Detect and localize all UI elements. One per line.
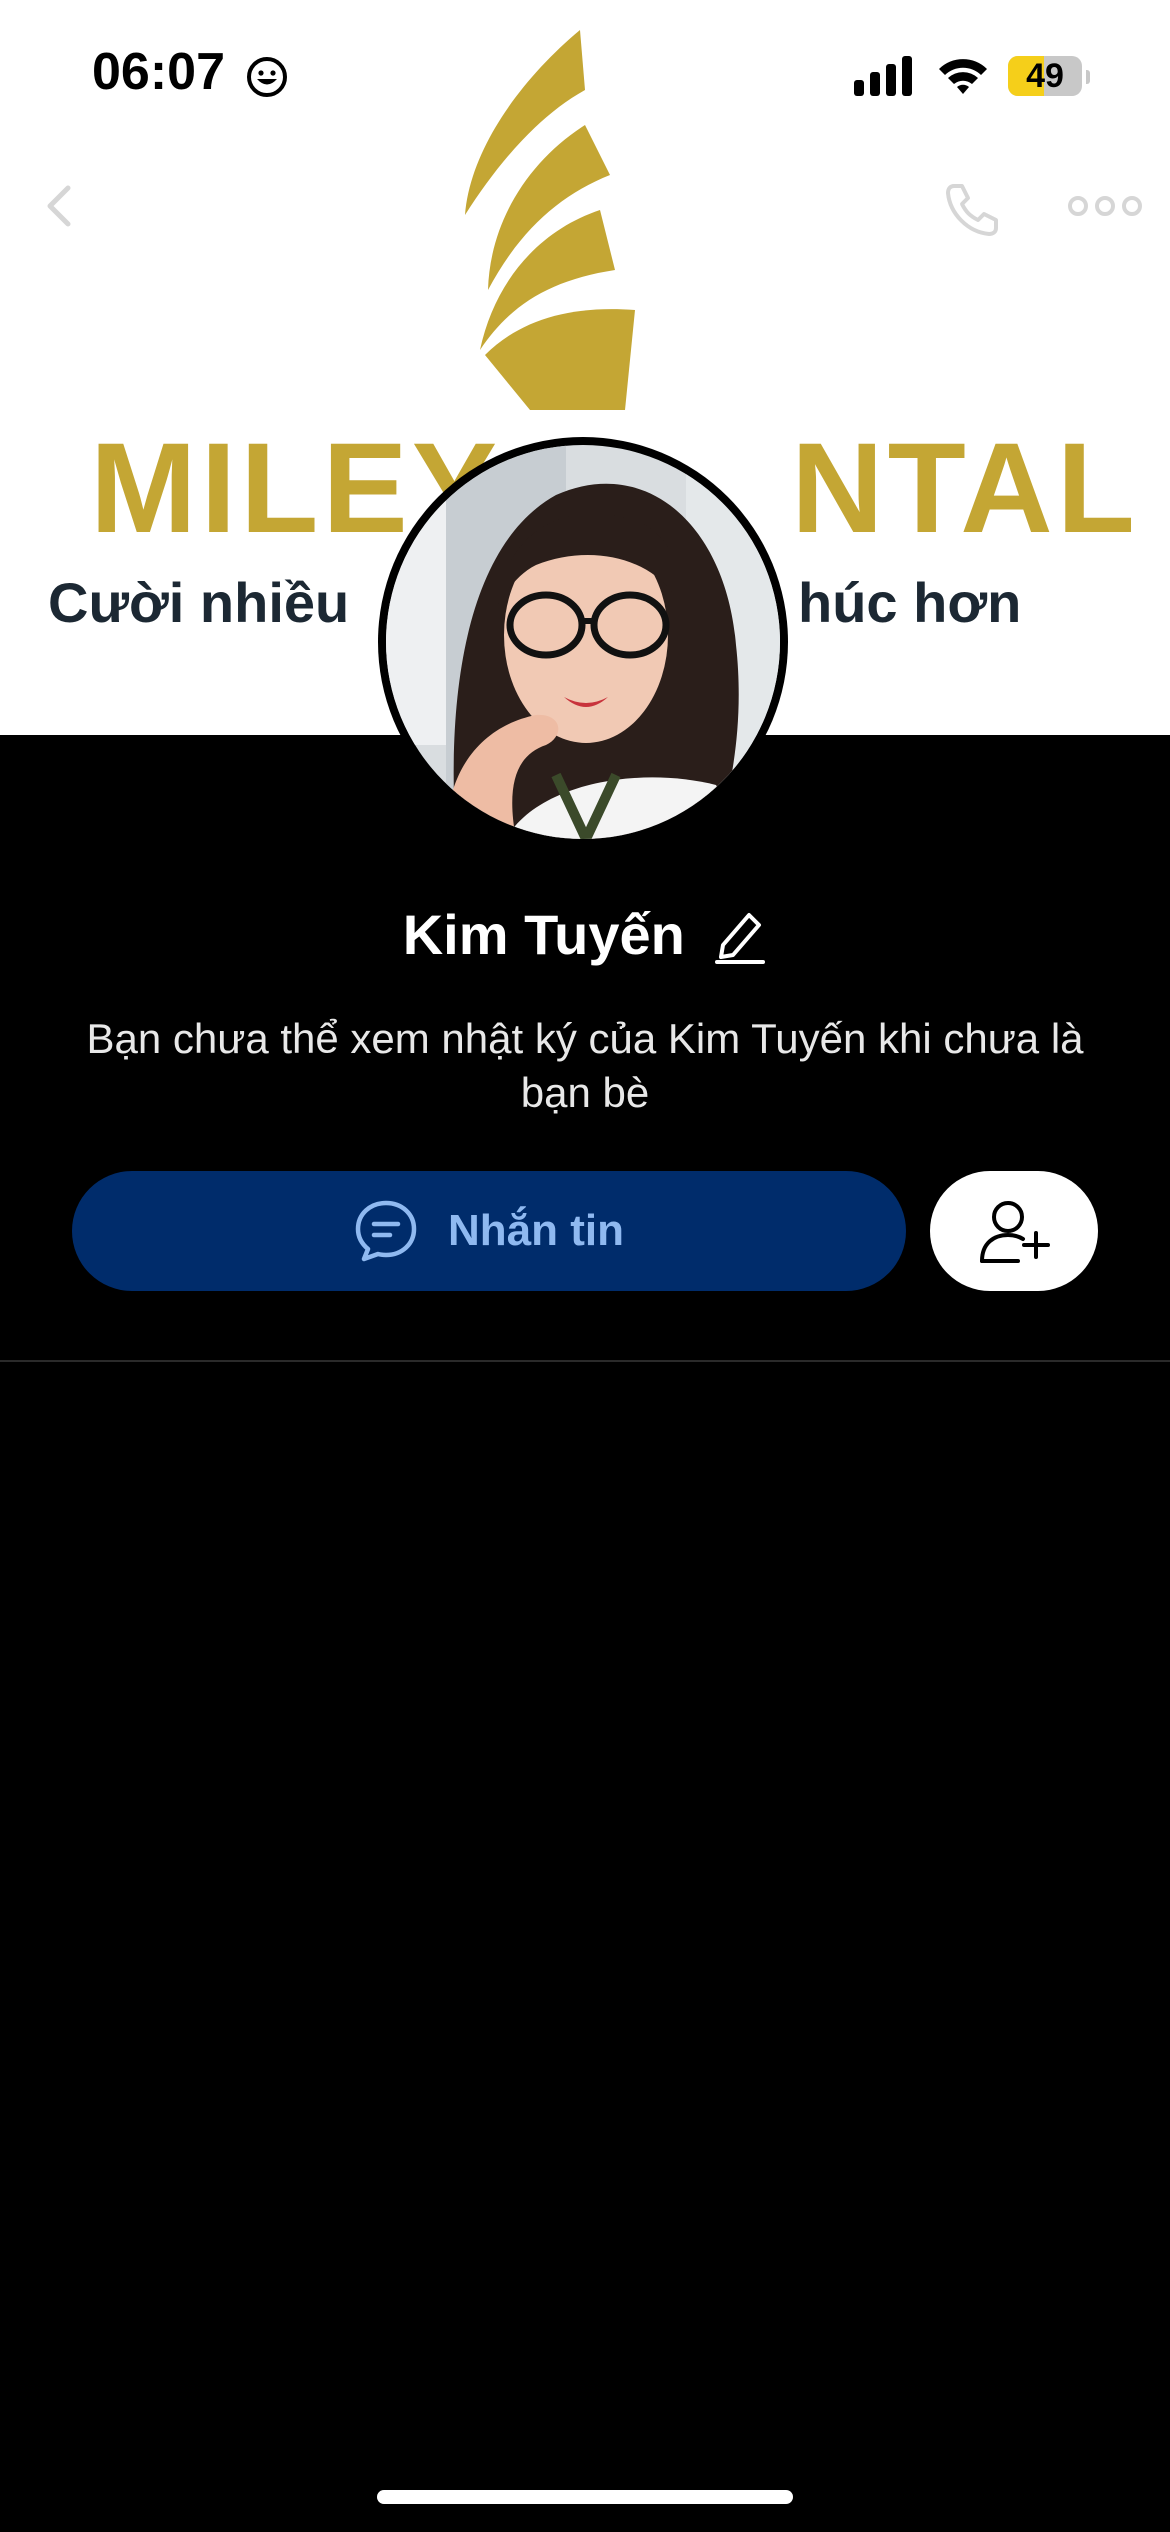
edit-pencil-icon[interactable] xyxy=(711,905,767,965)
avatar[interactable] xyxy=(378,437,788,851)
signal-icon xyxy=(854,56,912,96)
chat-bubble-icon xyxy=(355,1200,417,1262)
privacy-notice: Bạn chưa thể xem nhật ký của Kim Tuyến k… xyxy=(86,1015,1084,1116)
status-time: 06:07 xyxy=(92,43,225,101)
add-friend-icon xyxy=(980,1201,1050,1263)
avatar-photo xyxy=(386,445,780,851)
more-horizontal-icon[interactable] xyxy=(1066,186,1144,226)
message-label: Nhắn tin xyxy=(448,1206,624,1255)
wifi-icon xyxy=(939,59,987,94)
smiley-icon xyxy=(247,57,287,97)
cover-slogan-right: húc hơn xyxy=(798,571,1022,634)
battery-level: 49 xyxy=(1026,57,1064,95)
profile-name: Kim Tuyến xyxy=(402,903,685,966)
cover-slogan-left: Cười nhiều xyxy=(48,571,350,634)
battery-icon: 49 xyxy=(1008,52,1090,100)
status-bar: 06:07 49 xyxy=(0,0,1170,150)
home-indicator[interactable] xyxy=(377,2490,793,2504)
phone-icon[interactable] xyxy=(938,176,1004,242)
chevron-left-icon[interactable] xyxy=(30,176,90,236)
add-friend-button[interactable] xyxy=(930,1171,1098,1291)
message-button[interactable]: Nhắn tin xyxy=(72,1171,906,1291)
profile-name-row: Kim Tuyến xyxy=(0,895,1170,975)
divider xyxy=(0,1360,1170,1362)
